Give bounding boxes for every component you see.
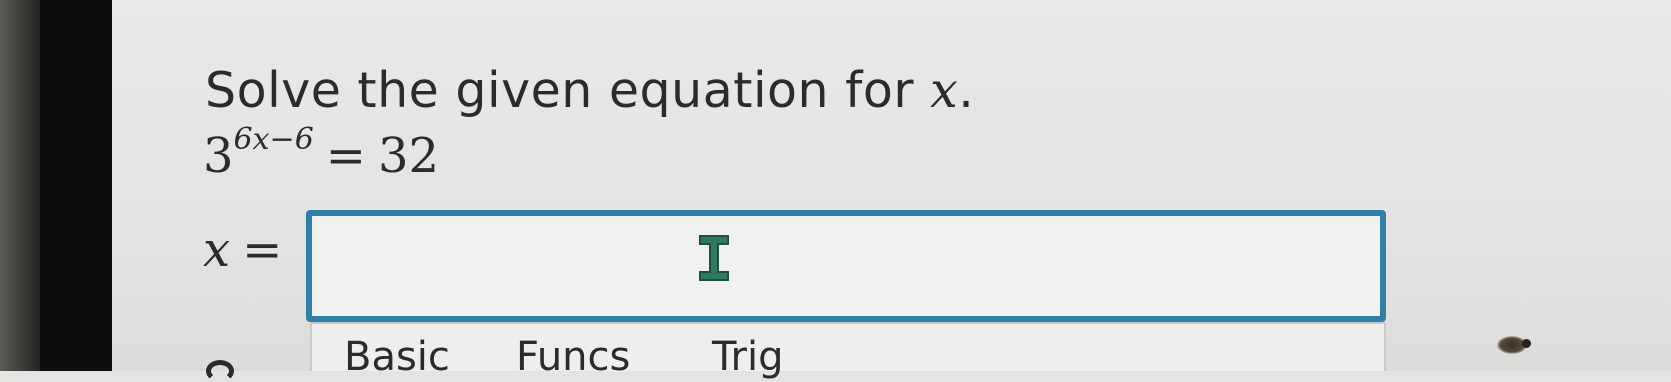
question-variable: x	[930, 62, 959, 119]
answer-label-equals: =	[242, 222, 283, 278]
answer-input[interactable]	[306, 210, 1386, 322]
tab-basic[interactable]: Basic	[344, 334, 450, 380]
equation: 36x−6 = 32	[203, 125, 440, 185]
equation-rhs: 32	[378, 128, 440, 184]
tab-trig[interactable]: Trig	[712, 334, 784, 380]
tab-funcs[interactable]: Funcs	[516, 334, 630, 380]
equation-exponent: 6x−6	[233, 122, 314, 157]
text-cursor-icon	[699, 235, 729, 281]
question-prompt-end: .	[958, 62, 975, 119]
question-prompt-text: Solve the given equation for	[205, 62, 931, 119]
keypad-tab-strip: Basic Funcs Trig	[310, 322, 1386, 380]
equation-equals: =	[325, 128, 366, 184]
answer-label-variable: x	[203, 222, 231, 278]
answer-label: x =	[203, 222, 282, 278]
monitor-bezel-edge	[40, 0, 112, 371]
screen-speck-dot	[1522, 339, 1531, 348]
partial-round-icon	[206, 360, 234, 382]
monitor-bezel-left	[0, 0, 40, 371]
equation-base: 3	[203, 128, 234, 184]
question-prompt: Solve the given equation for x.	[205, 62, 974, 119]
